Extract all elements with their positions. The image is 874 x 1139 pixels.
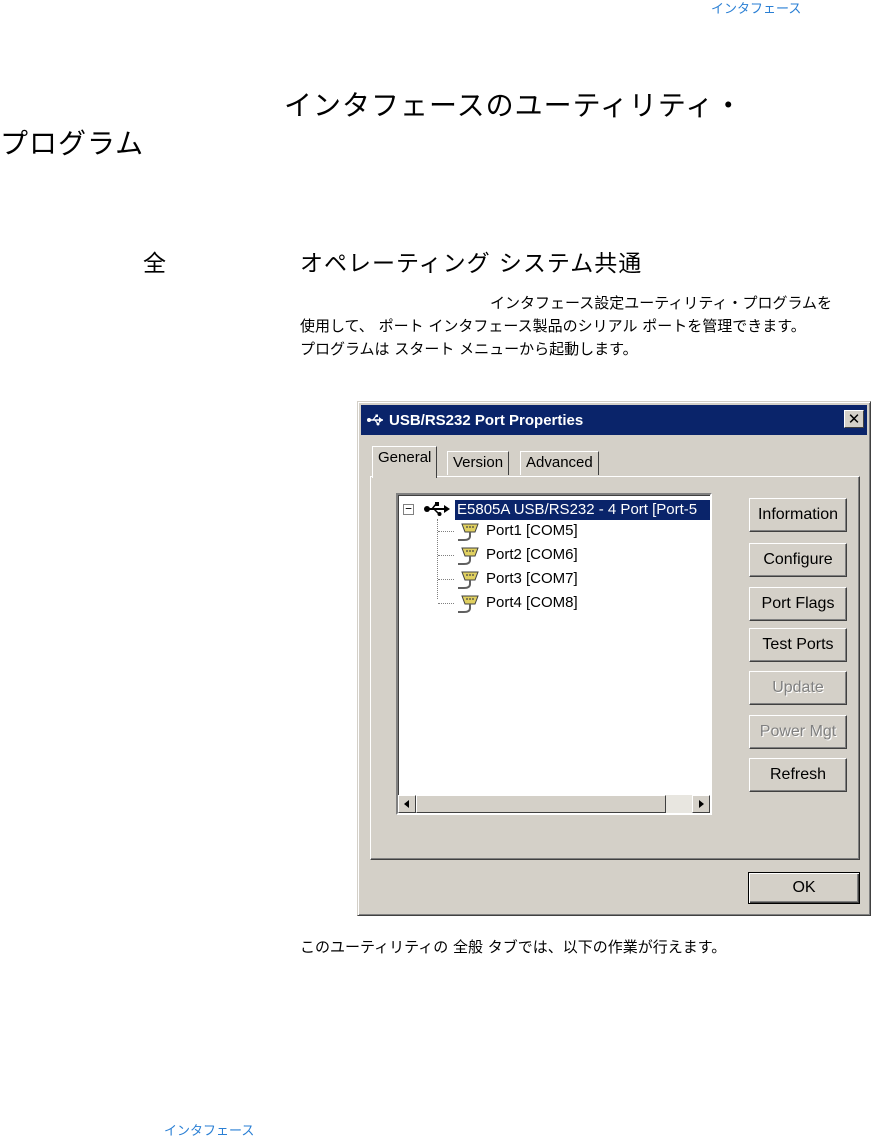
serial-port-icon: [458, 547, 479, 565]
port-properties-dialog: USB/RS232 Port Properties ✕ General Vers…: [357, 401, 871, 916]
device-tree[interactable]: − E5805A USB/RS232 - 4 Port [Port-5 Port…: [396, 493, 712, 815]
close-icon: ✕: [847, 411, 861, 428]
port-label: Port3 [COM7]: [486, 570, 578, 587]
scroll-right-button[interactable]: [692, 795, 710, 813]
header-section-link[interactable]: インタフェース: [711, 0, 801, 17]
arrow-left-icon: [404, 800, 409, 808]
port-label: Port1 [COM5]: [486, 522, 578, 539]
ok-button[interactable]: OK: [748, 872, 860, 904]
tree-branch-line: [438, 555, 454, 556]
update-button[interactable]: Update: [749, 671, 847, 705]
tab-version[interactable]: Version: [447, 451, 510, 475]
serial-port-icon: [458, 595, 479, 613]
tree-branch-line: [438, 579, 454, 580]
configure-button[interactable]: Configure: [749, 543, 847, 577]
page-title-line-2: プログラム: [0, 127, 145, 160]
tree-root-device[interactable]: E5805A USB/RS232 - 4 Port [Port-5: [455, 500, 710, 520]
dialog-title: USB/RS232 Port Properties: [389, 411, 584, 429]
serial-port-icon: [458, 523, 479, 541]
page-title-line-1: インタフェースのユーティリティ・: [284, 89, 744, 122]
port-label: Port4 [COM8]: [486, 594, 578, 611]
scroll-thumb[interactable]: [416, 795, 666, 813]
general-tab-panel: − E5805A USB/RS232 - 4 Port [Port-5 Port…: [370, 476, 860, 860]
usb-icon: [367, 414, 383, 426]
close-button[interactable]: ✕: [844, 410, 864, 428]
collapse-icon[interactable]: −: [403, 503, 414, 515]
tab-general[interactable]: General: [372, 446, 438, 478]
section-title: オペレーティング システム共通: [300, 251, 643, 277]
body-line-3: プログラムは スタート メニューから起動します。: [300, 340, 638, 358]
footer-section-link[interactable]: インタフェース: [164, 1120, 254, 1139]
section-number: 全: [143, 251, 166, 277]
usb-device-icon: [424, 502, 450, 516]
serial-port-icon: [458, 571, 479, 589]
dialog-caption: このユーティリティの 全般 タブでは、以下の作業が行えます。: [300, 938, 727, 956]
body-line-1: インタフェース設定ユーティリティ・プログラムを: [490, 294, 833, 312]
tree-branch-line: [438, 531, 454, 532]
horizontal-scrollbar[interactable]: [398, 795, 710, 813]
arrow-right-icon: [699, 800, 704, 808]
refresh-button[interactable]: Refresh: [749, 758, 847, 792]
body-line-2: 使用して、 ポート インタフェース製品のシリアル ポートを管理できます。: [300, 317, 806, 335]
test-ports-button[interactable]: Test Ports: [749, 628, 847, 662]
port-label: Port2 [COM6]: [486, 546, 578, 563]
dialog-titlebar[interactable]: USB/RS232 Port Properties ✕: [361, 405, 867, 435]
information-button[interactable]: Information: [749, 498, 847, 532]
port-flags-button[interactable]: Port Flags: [749, 587, 847, 621]
power-mgt-button[interactable]: Power Mgt: [749, 715, 847, 749]
tab-advanced[interactable]: Advanced: [520, 451, 599, 475]
tree-branch-line: [438, 603, 454, 604]
body-paragraph: インタフェース設定ユーティリティ・プログラムを 使用して、 ポート インタフェー…: [300, 292, 874, 361]
scroll-left-button[interactable]: [398, 795, 416, 813]
